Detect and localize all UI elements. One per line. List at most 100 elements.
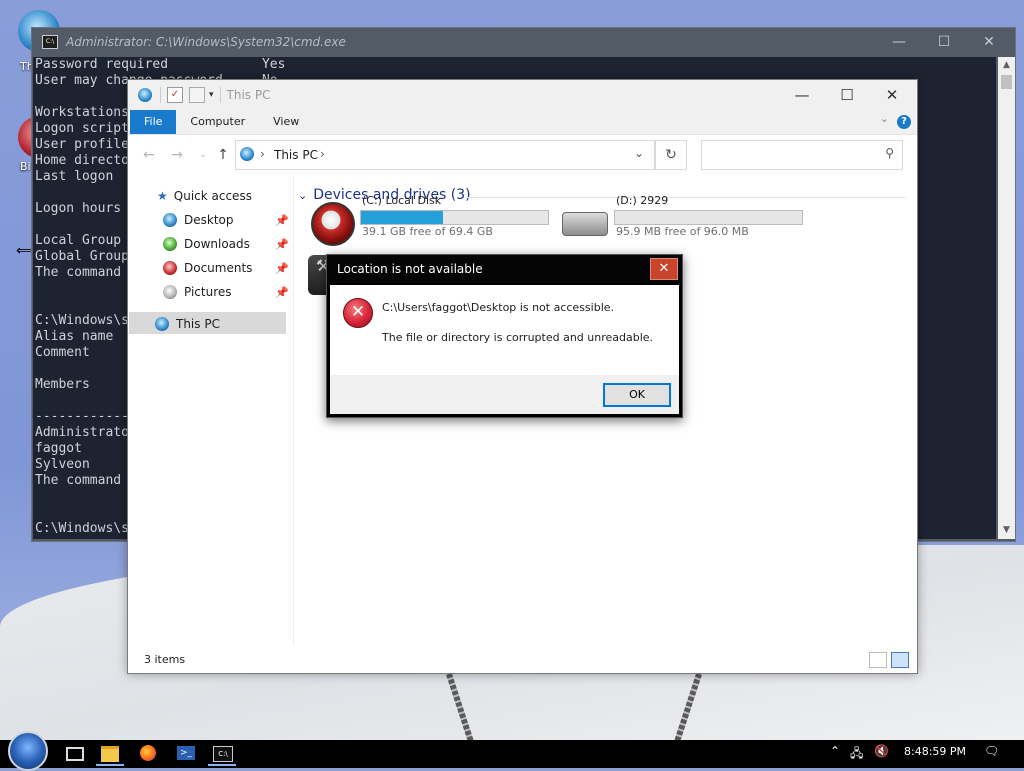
sidebar-item-quick-access[interactable]: ★ Quick access	[157, 185, 252, 207]
scroll-down-arrow-icon[interactable]: ▼	[998, 522, 1015, 539]
pin-icon[interactable]: 📌	[275, 286, 289, 299]
sidebar-item-downloads[interactable]: Downloads	[163, 233, 250, 255]
details-view-icon[interactable]	[869, 652, 887, 668]
cmd-app-icon: C:\	[42, 35, 58, 49]
start-button[interactable]	[8, 731, 48, 771]
refresh-icon[interactable]: ↻	[655, 140, 687, 170]
tab-computer[interactable]: Computer	[176, 110, 259, 134]
pin-icon[interactable]: 📌	[275, 262, 289, 275]
large-icons-view-icon[interactable]	[891, 652, 909, 668]
action-center-icon[interactable]: 🗨	[984, 744, 999, 758]
volume-muted-icon[interactable]: 🔇	[874, 744, 889, 758]
scroll-thumb[interactable]	[1001, 75, 1012, 89]
collapse-chevron-icon[interactable]: ⌄	[298, 189, 307, 202]
file-explorer-taskbar-icon[interactable]	[96, 742, 124, 766]
dialog-close-button[interactable]: ✕	[650, 258, 678, 280]
back-arrow-icon[interactable]: ←	[140, 146, 158, 164]
pin-icon[interactable]: 📌	[275, 214, 289, 227]
error-icon: ✕	[343, 298, 373, 328]
drive-name: (D:) 2929	[616, 194, 669, 207]
address-row: ← → ⌄ ↑ › This PC › ⌄ ↻ ⚲	[128, 135, 917, 175]
sidebar-item-pictures[interactable]: Pictures	[163, 281, 232, 303]
close-button[interactable]: ✕	[966, 28, 1012, 56]
dialog-titlebar[interactable]: Location is not available ✕	[327, 255, 682, 283]
divider	[160, 87, 161, 103]
maximize-button[interactable]: ☐	[921, 28, 967, 56]
sidebar-item-label: Downloads	[184, 237, 250, 251]
console-line: Password required Yes	[35, 57, 286, 72]
taskbar-clock[interactable]: 8:48:59 PM	[904, 745, 966, 758]
group-divider	[466, 197, 906, 198]
properties-icon[interactable]: ✓	[167, 87, 183, 103]
pictures-icon	[163, 285, 177, 299]
up-arrow-icon[interactable]: ↑	[214, 146, 232, 164]
forward-arrow-icon[interactable]: →	[168, 146, 186, 164]
ok-button[interactable]: OK	[603, 383, 671, 407]
sidebar-item-documents[interactable]: Documents	[163, 257, 252, 279]
new-folder-icon[interactable]	[189, 87, 205, 103]
help-icon[interactable]: ?	[897, 115, 911, 129]
drive-usage-bar	[614, 210, 803, 225]
error-dialog[interactable]: Location is not available ✕ ✕ C:\Users\f…	[326, 254, 683, 418]
tab-view[interactable]: View	[259, 110, 313, 134]
this-pc-icon	[138, 88, 152, 102]
sidebar-item-label: This PC	[176, 317, 220, 331]
cmd-taskbar-icon[interactable]: C:\	[208, 742, 236, 766]
cmd-title: Administrator: C:\Windows\System32\cmd.e…	[66, 35, 346, 49]
breadcrumb-separator-icon: ›	[260, 147, 265, 161]
sidebar-item-desktop[interactable]: Desktop	[163, 209, 234, 231]
network-icon[interactable]: 🖧	[850, 744, 863, 765]
divider	[219, 87, 221, 103]
sidebar-item-label: Desktop	[184, 213, 234, 227]
dialog-message-detail: The file or directory is corrupted and u…	[382, 331, 654, 344]
tab-file[interactable]: File	[130, 110, 177, 134]
hard-disk-icon	[311, 202, 355, 246]
dialog-message-path: C:\Users\faggot\Desktop is not accessibl…	[382, 301, 615, 314]
firefox-taskbar-icon[interactable]	[134, 742, 162, 764]
cmd-scrollbar[interactable]: ▲ ▼	[998, 57, 1015, 539]
desktop-icon	[163, 213, 177, 227]
sidebar-item-label: Documents	[184, 261, 253, 275]
sidebar-item-label: Quick access	[173, 189, 252, 203]
status-bar: 3 items	[129, 648, 916, 672]
task-view-icon[interactable]	[60, 742, 88, 764]
removable-drive-icon	[562, 212, 608, 236]
drive-free-space: 95.9 MB free of 96.0 MB	[616, 225, 749, 238]
close-button[interactable]: ✕	[869, 80, 915, 110]
star-icon: ★	[157, 189, 168, 203]
ribbon-tabs: File Computer View ⌄ ?	[128, 110, 917, 135]
expand-ribbon-chevron-icon[interactable]: ⌄	[880, 112, 889, 125]
breadcrumb-separator-icon[interactable]: ›	[320, 147, 325, 161]
recent-locations-chevron-icon[interactable]: ⌄	[194, 146, 212, 164]
drive-usage-fill	[361, 211, 444, 224]
scroll-up-arrow-icon[interactable]: ▲	[998, 57, 1015, 74]
dialog-body: ✕ C:\Users\faggot\Desktop is not accessi…	[330, 285, 679, 375]
drive-free-space: 39.1 GB free of 69.4 GB	[362, 225, 493, 238]
desktop-icon-label: Bi	[20, 160, 31, 173]
this-pc-icon	[155, 317, 169, 331]
minimize-button[interactable]: —	[876, 28, 922, 56]
explorer-titlebar[interactable]: ✓ ▾ This PC — ☐ ✕	[128, 80, 917, 110]
show-hidden-icons-chevron-icon[interactable]: ⌃	[830, 744, 840, 758]
downloads-icon	[163, 237, 177, 251]
cmd-titlebar[interactable]: C:\ Administrator: C:\Windows\System32\c…	[32, 28, 1015, 56]
customize-toolbar-chevron-icon[interactable]: ▾	[209, 90, 214, 100]
maximize-button[interactable]: ☐	[824, 80, 870, 110]
dialog-footer: OK	[330, 375, 679, 414]
pin-icon[interactable]: 📌	[275, 238, 289, 251]
search-input[interactable]: ⚲	[701, 140, 903, 170]
search-icon: ⚲	[885, 146, 894, 160]
dialog-title: Location is not available	[337, 262, 483, 276]
navigation-pane: ★ Quick access Desktop 📌 Downloads 📌 Doc…	[129, 175, 291, 645]
window-title: This PC	[226, 88, 271, 102]
breadcrumb-this-pc[interactable]: This PC	[274, 148, 318, 162]
sidebar-item-this-pc[interactable]: This PC	[155, 313, 220, 335]
documents-icon	[163, 261, 177, 275]
powershell-taskbar-icon[interactable]: >_	[172, 742, 200, 764]
minimize-button[interactable]: —	[779, 80, 825, 110]
address-dropdown-chevron-icon[interactable]: ⌄	[634, 146, 644, 160]
address-bar[interactable]: › This PC › ⌄	[235, 140, 655, 170]
status-item-count: 3 items	[144, 653, 186, 666]
drive-usage-bar	[360, 210, 549, 225]
sidebar-item-label: Pictures	[184, 285, 232, 299]
